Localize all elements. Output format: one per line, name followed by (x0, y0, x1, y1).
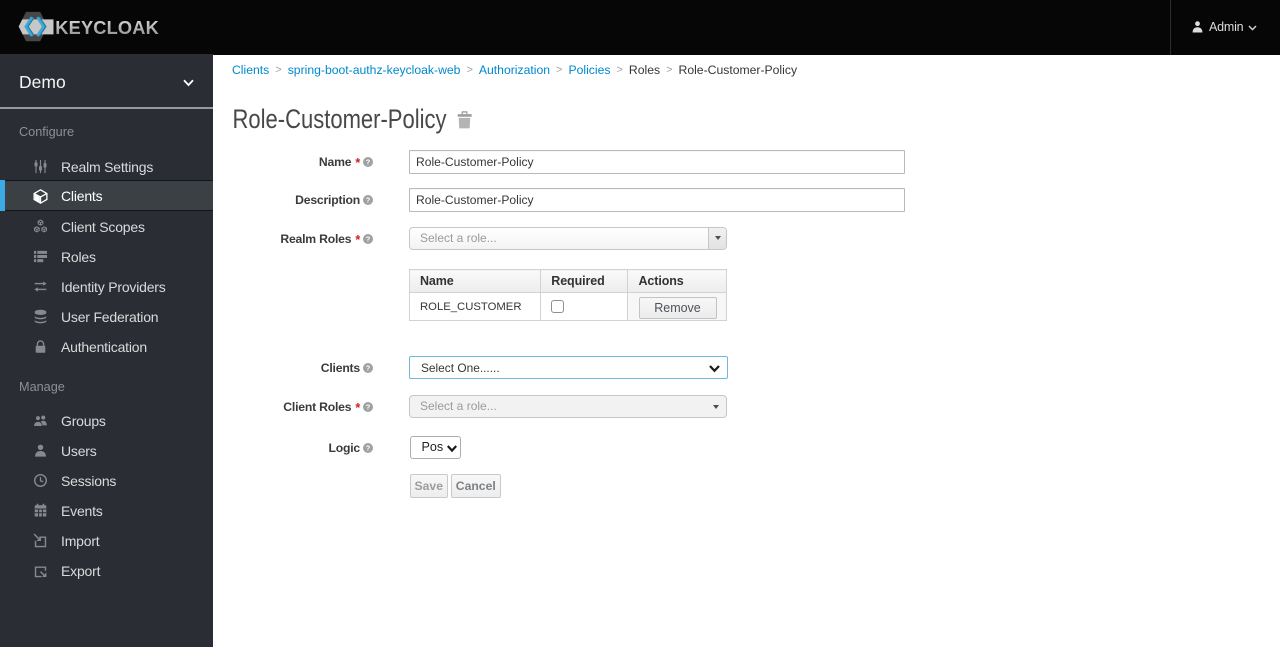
svg-text:?: ? (366, 402, 371, 411)
svg-text:Role-Customer-Policy: Role-Customer-Policy (233, 104, 448, 134)
svg-text:?: ? (366, 443, 371, 452)
svg-text:KEYCLOAK: KEYCLOAK (55, 18, 159, 38)
svg-text:?: ? (366, 363, 371, 372)
svg-text:?: ? (366, 234, 371, 243)
svg-text:?: ? (366, 157, 371, 166)
svg-text:?: ? (366, 196, 371, 205)
